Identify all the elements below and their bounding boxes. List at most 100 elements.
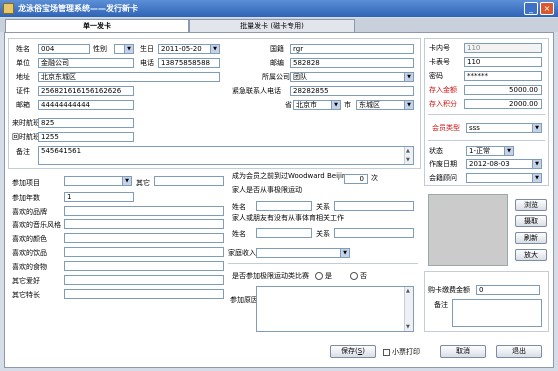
emergency-field[interactable]: 28282855 (290, 86, 414, 96)
return-flight-label: 回时航班 (12, 133, 40, 141)
address-field[interactable]: 北京东城区 (38, 72, 220, 82)
enlarge-button[interactable]: 放大 (515, 249, 547, 261)
browse-button[interactable]: 浏览 (515, 199, 547, 211)
food-field[interactable] (64, 261, 224, 271)
email-field[interactable]: 44444444444 (38, 100, 134, 110)
times-unit: 次 (371, 174, 378, 182)
friend-relation-label: 关系 (316, 230, 330, 238)
brand-field[interactable] (64, 206, 224, 216)
capture-button[interactable]: 摄取 (515, 215, 547, 227)
chevron-down-icon: ▼ (340, 249, 349, 257)
tab-single-card[interactable]: 单一发卡 (5, 19, 189, 32)
refresh-button[interactable]: 刷新 (515, 232, 547, 244)
gender-label: 性别 (93, 45, 107, 53)
remark-textarea[interactable]: 545641561 (38, 146, 414, 165)
advisor-label: 会籍顾问 (429, 174, 457, 182)
compete-no-label: 否 (360, 272, 367, 280)
divider (428, 114, 545, 115)
province-select[interactable]: 北京市 ▼ (293, 100, 341, 110)
surface-no-label: 卡表号 (429, 58, 450, 66)
years-label: 参加年数 (12, 194, 40, 202)
cancel-button[interactable]: 取消 (440, 345, 486, 358)
friend-relation-field[interactable] (334, 228, 414, 238)
family-relation-field[interactable] (334, 201, 414, 211)
postcode-label: 邮编 (270, 59, 284, 67)
chevron-down-icon: ▼ (504, 147, 513, 155)
birthday-picker[interactable]: 2011-05-20 ▼ (158, 44, 220, 54)
color-label: 喜欢的颜色 (12, 235, 47, 243)
deposit-label: 存入金额 (429, 86, 457, 94)
points-label: 存入积分 (429, 100, 457, 108)
unit-field[interactable]: 金融公司 (38, 58, 134, 68)
fee-remark-textarea[interactable] (452, 299, 542, 327)
fee-field[interactable]: 0 (476, 285, 540, 295)
scrollbar[interactable] (404, 147, 413, 164)
food-label: 喜欢的食物 (12, 263, 47, 271)
skill-field[interactable] (64, 289, 224, 299)
compete-yes-radio[interactable] (315, 272, 323, 280)
family-name-label: 姓名 (232, 203, 246, 211)
color-field[interactable] (64, 233, 224, 243)
void-date-picker[interactable]: 2012-08-03 ▼ (466, 159, 542, 169)
unit-label: 单位 (16, 59, 30, 67)
close-button[interactable]: × (540, 2, 554, 15)
hobby-field[interactable] (64, 275, 224, 285)
address-label: 地址 (16, 73, 30, 81)
password-label: 密码 (429, 72, 443, 80)
name-label: 姓名 (16, 45, 30, 53)
deposit-field[interactable]: 5000.00 (464, 85, 542, 95)
minimize-button[interactable]: _ (524, 2, 538, 15)
compete-question: 是否参加极限运动类比赛 (232, 272, 309, 280)
postcode-field[interactable]: 582828 (290, 58, 414, 68)
years-field[interactable]: 1 (64, 192, 134, 202)
return-flight-field[interactable]: 1255 (38, 132, 134, 142)
gender-select[interactable]: ▼ (114, 44, 134, 54)
company-select[interactable]: 团队 ▼ (290, 72, 414, 82)
surface-no-field[interactable]: 110 (464, 57, 542, 67)
scrollbar[interactable] (404, 287, 413, 331)
times-field[interactable]: 0 (344, 174, 368, 184)
phone-label: 电话 (140, 59, 154, 67)
reason-textarea[interactable] (256, 286, 414, 332)
city-select[interactable]: 东城区 ▼ (356, 100, 414, 110)
phone-field[interactable]: 13875858588 (158, 58, 220, 68)
other-label: 其它 (136, 179, 150, 187)
nationality-field[interactable]: rgr (290, 44, 414, 54)
password-field[interactable]: ****** (464, 71, 542, 81)
points-field[interactable]: 2000.00 (464, 99, 542, 109)
inner-no-field[interactable]: 110 (464, 43, 542, 53)
family-name-field[interactable] (256, 201, 312, 211)
emergency-label: 紧急联系人电话 (232, 87, 281, 95)
print-receipt-checkbox[interactable] (383, 349, 390, 356)
city-label: 市 (344, 101, 351, 109)
music-label: 喜欢的音乐风格 (12, 221, 61, 229)
friend-name-field[interactable] (256, 228, 312, 238)
name-field[interactable]: 004 (38, 44, 90, 54)
music-field[interactable] (64, 219, 224, 229)
family-friends-question: 家人或朋友有没有从事体育相关工作 (232, 214, 344, 222)
chevron-down-icon: ▼ (532, 160, 541, 168)
chevron-down-icon: ▼ (124, 45, 133, 53)
company-label: 所属公司 (262, 73, 290, 81)
save-button[interactable]: 保存(S) (330, 345, 376, 358)
income-select[interactable]: ▼ (256, 248, 350, 258)
advisor-select[interactable]: ▼ (466, 173, 542, 183)
status-select[interactable]: 1-正常 ▼ (466, 146, 514, 156)
skill-label: 其它特长 (12, 291, 40, 299)
compete-yes-label: 是 (325, 272, 332, 280)
title-bar: 龙泳俗宝场管理系统——发行新卡 (0, 0, 558, 17)
tab-batch-card[interactable]: 批量发卡 (磁卡专用) (189, 19, 355, 32)
inner-no-label: 卡内号 (429, 44, 450, 52)
id-field[interactable]: 256821616156162626 (38, 86, 134, 96)
exit-button[interactable]: 退出 (496, 345, 542, 358)
other-field[interactable] (154, 176, 224, 186)
drink-field[interactable] (64, 247, 224, 257)
drink-label: 喜欢的饮品 (12, 249, 47, 257)
chevron-down-icon: ▼ (532, 124, 541, 132)
member-type-select[interactable]: sss ▼ (466, 123, 542, 133)
nationality-label: 国籍 (270, 45, 284, 53)
project-select[interactable]: ▼ (64, 176, 132, 186)
window-title: 龙泳俗宝场管理系统——发行新卡 (18, 4, 138, 13)
compete-no-radio[interactable] (350, 272, 358, 280)
arrive-flight-field[interactable]: 825 (38, 118, 134, 128)
